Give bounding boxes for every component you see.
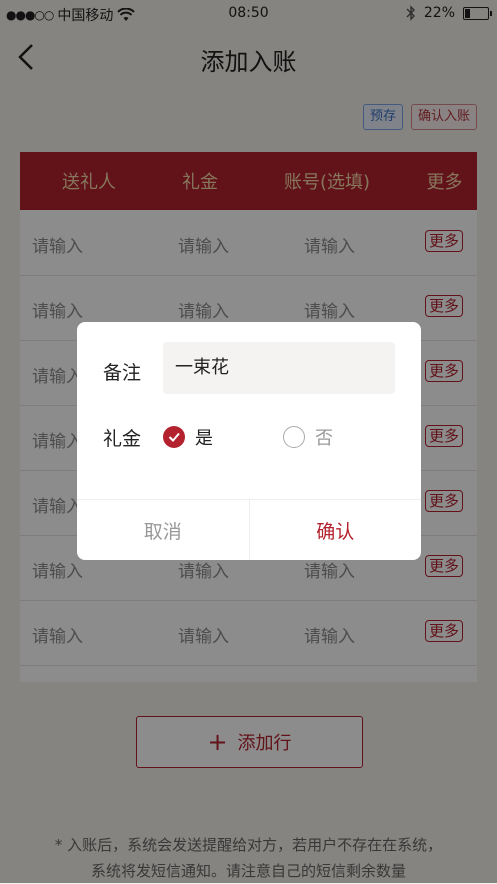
radio-no-label: 否: [315, 428, 333, 449]
remark-label: 备注: [103, 362, 142, 384]
remark-dialog: 备注 一束花 礼金 是 否 取消 确认: [77, 322, 421, 560]
remark-input[interactable]: 一束花: [163, 342, 395, 394]
gift-label: 礼金: [103, 428, 142, 450]
cancel-button[interactable]: 取消: [77, 500, 250, 560]
check-icon: [163, 426, 185, 448]
radio-yes[interactable]: 是: [163, 424, 213, 450]
radio-no[interactable]: 否: [283, 424, 333, 450]
radio-yes-label: 是: [195, 428, 213, 449]
confirm-button[interactable]: 确认: [250, 500, 422, 560]
radio-empty-icon: [283, 426, 305, 448]
dialog-footer: 取消 确认: [77, 499, 421, 560]
